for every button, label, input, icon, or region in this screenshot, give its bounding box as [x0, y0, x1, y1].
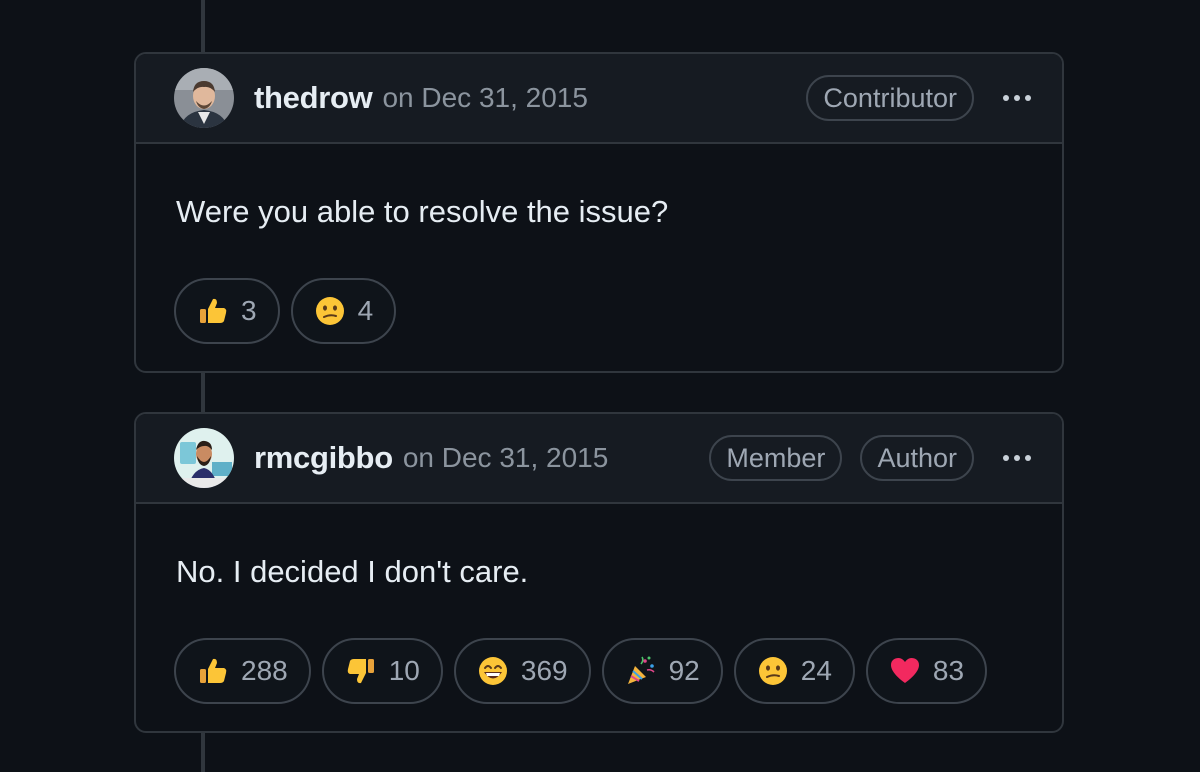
- comment-date[interactable]: on Dec 31, 2015: [403, 442, 609, 474]
- timeline-line-top: [201, 0, 205, 52]
- reaction-count: 4: [357, 295, 374, 326]
- thumbs-up-icon: [197, 655, 229, 687]
- comment-body: No. I decided I don't care.: [176, 554, 529, 589]
- reactions-bar: 288 10 369 92 24 83: [136, 590, 1062, 704]
- heart-icon: [889, 655, 921, 687]
- timeline-line-bottom: [201, 732, 205, 772]
- reaction-heart[interactable]: 83: [865, 638, 988, 704]
- comment-thedrow: thedrow on Dec 31, 2015 Contributor Were…: [134, 52, 1064, 373]
- comment-author[interactable]: thedrow: [254, 80, 373, 116]
- kebab-dot-icon: [1003, 95, 1009, 101]
- reaction-count: 92: [668, 655, 700, 686]
- comment-date[interactable]: on Dec 31, 2015: [382, 82, 588, 114]
- hooray-icon: [625, 655, 657, 687]
- comment-author[interactable]: rmcgibbo: [254, 440, 393, 476]
- timeline-line-middle: [201, 372, 205, 412]
- thumbs-down-icon: [345, 655, 377, 687]
- comment-header: rmcgibbo on Dec 31, 2015 Member Author: [136, 414, 1062, 504]
- kebab-dot-icon: [1014, 95, 1020, 101]
- kebab-dot-icon: [1003, 455, 1009, 461]
- reaction-count: 83: [932, 655, 965, 686]
- comment-body: Were you able to resolve the issue?: [176, 194, 669, 229]
- reaction-laugh[interactable]: 369: [453, 638, 591, 704]
- author-badge: Author: [860, 435, 974, 481]
- reaction-count: 3: [241, 295, 257, 326]
- reaction-confused[interactable]: 4: [290, 278, 397, 344]
- reaction-thumbs-up[interactable]: 288: [174, 638, 311, 704]
- kebab-dot-icon: [1025, 95, 1031, 101]
- reaction-count: 288: [241, 655, 288, 686]
- reaction-count: 24: [800, 655, 832, 686]
- reaction-thumbs-up[interactable]: 3: [174, 278, 280, 344]
- reaction-hooray[interactable]: 92: [601, 638, 723, 704]
- member-badge: Member: [709, 435, 843, 481]
- thumbs-up-icon: [197, 295, 229, 327]
- confused-icon: [757, 655, 789, 687]
- reactions-bar: 3 4: [136, 230, 1062, 344]
- reaction-thumbs-down[interactable]: 10: [321, 638, 443, 704]
- reaction-confused[interactable]: 24: [733, 638, 855, 704]
- kebab-dot-icon: [1014, 455, 1020, 461]
- comment-header: thedrow on Dec 31, 2015 Contributor: [136, 54, 1062, 144]
- more-options-button[interactable]: [996, 438, 1038, 478]
- comment-rmcgibbo: rmcgibbo on Dec 31, 2015 Member Author N…: [134, 412, 1064, 733]
- contributor-badge: Contributor: [806, 75, 974, 121]
- kebab-dot-icon: [1025, 455, 1031, 461]
- avatar[interactable]: [174, 428, 234, 488]
- laugh-icon: [477, 655, 509, 687]
- confused-icon: [314, 295, 346, 327]
- more-options-button[interactable]: [996, 78, 1038, 118]
- reaction-count: 369: [520, 655, 568, 686]
- avatar[interactable]: [174, 68, 234, 128]
- reaction-count: 10: [388, 655, 420, 686]
